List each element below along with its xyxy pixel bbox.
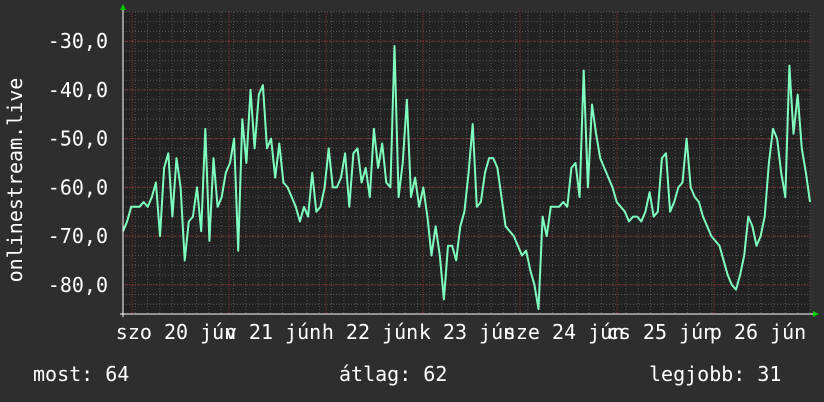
current-label: most: [33,362,94,386]
average-label: átlag: [339,362,412,386]
x-axis-arrow [813,311,819,317]
x-tick-label: k 23 jún [419,320,515,344]
x-axis-ticks: szo 20 júnv 21 jún h 22 jún k 23 júnsze 24… [116,320,806,344]
x-tick-label: h 22 jún [322,320,418,344]
y-tick-label: -80,0 [48,273,108,297]
current-number: 64 [105,362,130,386]
x-tick-label: szo 20 jún [116,320,236,344]
y-axis-label: onlinestream.live [3,77,27,283]
current-value: most: 64 [33,362,129,386]
line-chart: -80,0 -70,0 -60,0 -50,0 -40,0 -30,0 szo 20 jú… [48,4,819,344]
x-tick-label: p 26 jún [710,320,806,344]
y-tick-label: -70,0 [48,224,108,248]
best-number: 31 [757,362,782,386]
x-tick-label: v 21 jún [225,320,321,344]
average-value: átlag: 62 [339,362,447,386]
y-axis-ticks: -80,0 -70,0 -60,0 -50,0 -40,0 -30,0 [48,29,108,297]
y-tick-label: -30,0 [48,29,108,53]
y-tick-label: -40,0 [48,78,108,102]
best-label: legjobb: [649,362,746,386]
y-tick-label: -50,0 [48,127,108,151]
y-axis-arrow [120,4,126,10]
best-value: legjobb: 31 [649,362,781,386]
average-number: 62 [423,362,448,386]
x-tick-label: cs 25 jún [607,320,715,344]
y-tick-label: -60,0 [48,175,108,199]
